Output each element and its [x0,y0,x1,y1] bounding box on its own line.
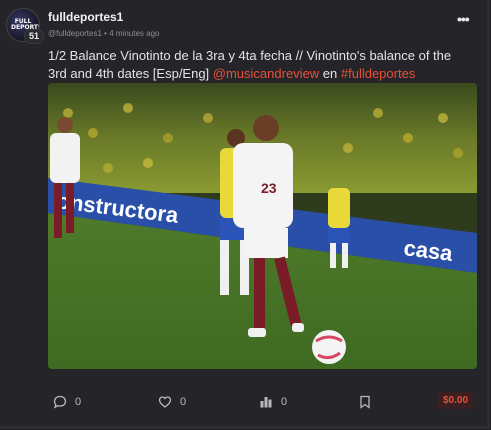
views-count: 0 [281,396,288,408]
likes-stat[interactable]: 0 [158,392,186,412]
bar-chart-icon [260,397,272,408]
bookmark-button[interactable] [358,392,372,412]
post-card: FULL DEPORTES 51 fulldeportes1 @fulldepo… [0,0,490,429]
post-meta: @fulldeportes1 • 4 minutes ago [48,29,159,38]
post-footer: 0 0 0 [0,392,487,412]
payout-badge[interactable]: $0.00 [438,392,474,409]
shirt-number: 23 [261,180,277,196]
author-name[interactable]: fulldeportes1 [48,10,123,24]
mention-link[interactable]: @musicandreview [213,66,319,81]
likes-count: 0 [180,396,187,408]
views-stat[interactable]: 0 [259,392,287,412]
comments-stat[interactable]: 0 [53,392,81,412]
more-options-icon[interactable]: ••• [457,11,470,27]
football-photo: onstructora casa 23 [48,83,477,369]
reputation-badge: 51 [24,29,44,44]
community-link[interactable]: #fulldeportes [341,66,415,81]
heart-icon [158,396,172,408]
bookmark-icon [360,395,370,409]
post-body: 1/2 Balance Vinotinto de la 3ra y 4ta fe… [48,47,468,83]
author-handle[interactable]: @fulldeportes1 [48,29,102,38]
post-time: 4 minutes ago [109,29,160,38]
meta-separator: • [104,29,107,38]
post-image[interactable]: onstructora casa 23 [48,83,477,369]
comments-count: 0 [75,396,82,408]
post-connector: en [319,66,341,81]
comment-icon [53,395,67,409]
